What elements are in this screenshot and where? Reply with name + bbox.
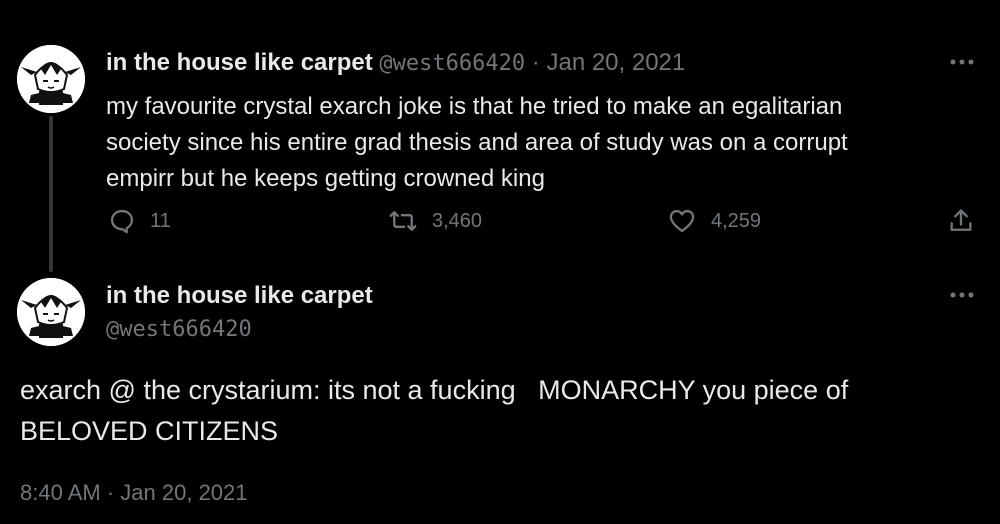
share-upload-icon xyxy=(950,209,972,231)
reply-button[interactable]: 11 xyxy=(108,203,171,239)
timestamp-separator: · xyxy=(106,480,115,505)
retweet-button[interactable]: 3,460 xyxy=(388,203,482,239)
display-name[interactable]: in the house like carpet xyxy=(106,49,373,76)
user-handle[interactable]: @west666420 xyxy=(379,51,525,76)
avatar-drawing xyxy=(17,45,85,113)
main-tweet-handle-row: @west666420 xyxy=(106,315,252,344)
tweet-text-line: empirr but he keeps getting crowned king xyxy=(106,165,545,192)
avatar[interactable] xyxy=(17,45,85,113)
tweet-date: Jan 20, 2021 xyxy=(120,480,248,505)
tweet-text-line: society since his entire grad thesis and… xyxy=(106,129,848,156)
tweet-time: 8:40 AM xyxy=(20,480,101,505)
tweet-text-line: my favourite crystal exarch joke is that… xyxy=(106,93,843,120)
avatar[interactable] xyxy=(17,278,85,346)
user-handle[interactable]: @west666420 xyxy=(106,317,252,342)
tweet-thread: in the house like carpet @west666420 · J… xyxy=(0,0,1000,524)
reply-count: 11 xyxy=(150,209,171,232)
main-tweet-name: in the house like carpet xyxy=(106,282,373,310)
like-count: 4,259 xyxy=(711,209,762,232)
tweet-text-line: exarch @ the crystarium: its not a fucki… xyxy=(20,375,849,405)
avatar-drawing xyxy=(17,278,85,346)
more-horizontal-icon[interactable] xyxy=(947,52,977,72)
main-tweet-text: exarch @ the crystarium: its not a fucki… xyxy=(20,370,980,452)
thread-connector-line xyxy=(49,116,53,272)
heart-icon xyxy=(669,209,695,233)
share-button[interactable] xyxy=(947,203,975,239)
like-button[interactable]: 4,259 xyxy=(667,203,761,239)
tweet-text-line: BELOVED CITIZENS xyxy=(20,416,279,446)
display-name[interactable]: in the house like carpet xyxy=(106,282,373,309)
retweet-icon xyxy=(389,211,417,231)
more-horizontal-icon[interactable] xyxy=(947,285,977,305)
tweet-date[interactable]: Jan 20, 2021 xyxy=(546,49,685,76)
retweet-count: 3,460 xyxy=(432,209,483,232)
reply-tweet-text: my favourite crystal exarch joke is that… xyxy=(106,89,966,197)
reply-bubble-icon xyxy=(110,209,134,234)
reply-tweet-header: in the house like carpet @west666420 · J… xyxy=(106,49,685,78)
tweet-timestamp[interactable]: 8:40 AM · Jan 20, 2021 xyxy=(20,480,248,506)
header-separator: · xyxy=(531,49,540,76)
